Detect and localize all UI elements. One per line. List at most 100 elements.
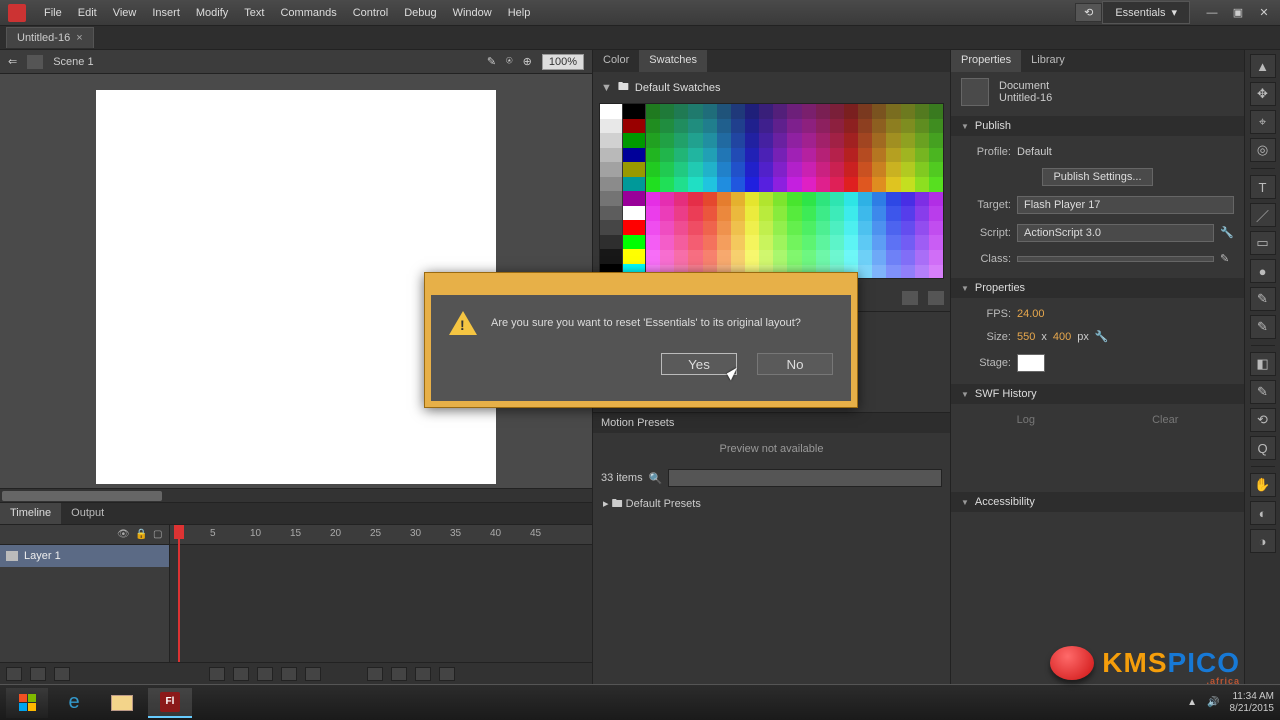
tab-output[interactable]: Output	[61, 503, 114, 524]
publish-settings-button[interactable]: Publish Settings...	[1042, 168, 1152, 186]
fit-icon[interactable]: ⊕	[523, 55, 532, 68]
script-select[interactable]: ActionScript 3.0	[1017, 224, 1214, 242]
menu-debug[interactable]: Debug	[396, 3, 444, 23]
expand-icon[interactable]: ▸	[603, 498, 609, 510]
edit-scene-icon[interactable]: ✎	[487, 55, 496, 68]
menu-help[interactable]: Help	[500, 3, 539, 23]
wrench-icon[interactable]: 🔧	[1220, 226, 1234, 240]
tray-up-icon[interactable]: ▲	[1187, 697, 1197, 708]
tab-timeline[interactable]: Timeline	[0, 503, 61, 524]
tab-library[interactable]: Library	[1021, 50, 1075, 72]
menu-control[interactable]: Control	[345, 3, 396, 23]
tray-volume-icon[interactable]: 🔊	[1207, 697, 1219, 708]
playhead[interactable]	[178, 525, 180, 662]
tool-8[interactable]: ✎	[1250, 287, 1276, 311]
start-button[interactable]	[6, 688, 48, 718]
swatch-grid[interactable]	[599, 103, 944, 279]
onion-outline-button[interactable]	[391, 667, 407, 681]
taskbar-clock[interactable]: 11:34 AM 8/21/2015	[1230, 691, 1275, 715]
scene-name[interactable]: Scene 1	[53, 56, 93, 68]
taskbar-ie[interactable]: e	[52, 688, 96, 718]
prev-frame-button[interactable]	[233, 667, 249, 681]
menu-modify[interactable]: Modify	[188, 3, 236, 23]
onion-skin-button[interactable]	[367, 667, 383, 681]
layer-row[interactable]: Layer 1	[0, 545, 169, 567]
taskbar-explorer[interactable]	[100, 688, 144, 718]
tool-14[interactable]: ✋	[1250, 473, 1276, 497]
frame-ruler[interactable]: 1 5 10 15 20 25 30 35 40 45	[170, 525, 592, 545]
menu-view[interactable]: View	[105, 3, 145, 23]
motion-title[interactable]: Motion Presets	[593, 413, 950, 433]
target-select[interactable]: Flash Player 17	[1017, 196, 1234, 214]
outline-icon[interactable]: ▢	[153, 529, 165, 541]
section-publish[interactable]: Publish	[951, 116, 1244, 136]
taskbar-flash[interactable]: Fl	[148, 688, 192, 718]
wrench-icon[interactable]: 🔧	[1095, 330, 1109, 344]
loop-button[interactable]	[439, 667, 455, 681]
close-tab-icon[interactable]: ×	[76, 32, 82, 44]
tool-9[interactable]: ✎	[1250, 315, 1276, 339]
tool-3[interactable]: ◎	[1250, 138, 1276, 162]
tab-color[interactable]: Color	[593, 50, 639, 72]
no-button[interactable]: No	[757, 353, 833, 375]
stage-color-chip[interactable]	[1017, 354, 1045, 372]
menu-window[interactable]: Window	[445, 3, 500, 23]
edit-class-icon[interactable]: ✎	[1220, 252, 1234, 266]
tool-0[interactable]: ▲	[1250, 54, 1276, 78]
tool-5[interactable]: ／	[1250, 203, 1276, 227]
tool-2[interactable]: ⌖	[1250, 110, 1276, 134]
motion-search-input[interactable]	[668, 469, 942, 487]
dialog-titlebar[interactable]	[425, 273, 857, 295]
new-layer-button[interactable]	[6, 667, 22, 681]
size-w[interactable]: 550	[1017, 331, 1035, 343]
tab-swatches[interactable]: Swatches	[639, 50, 707, 72]
tool-12[interactable]: ⟲	[1250, 408, 1276, 432]
menu-commands[interactable]: Commands	[272, 3, 344, 23]
symbol-icon[interactable]: ⍟	[506, 55, 513, 68]
section-properties[interactable]: Properties	[951, 278, 1244, 298]
lock-icon[interactable]: 🔒	[135, 529, 147, 541]
last-frame-button[interactable]	[305, 667, 321, 681]
class-field[interactable]	[1017, 256, 1214, 262]
eye-icon[interactable]: 👁	[117, 529, 129, 541]
frames-area[interactable]: 1 5 10 15 20 25 30 35 40 45	[170, 525, 592, 662]
minimize-button[interactable]: —	[1204, 6, 1220, 20]
tool-13[interactable]: Q	[1250, 436, 1276, 460]
sync-icon[interactable]: ⟲	[1075, 3, 1102, 22]
tab-properties[interactable]: Properties	[951, 50, 1021, 72]
delete-swatch-button[interactable]	[928, 291, 944, 305]
h-scrollbar[interactable]	[0, 488, 592, 502]
yes-button[interactable]: Yes	[661, 353, 737, 375]
tool-16[interactable]: ◑	[1250, 529, 1276, 553]
tool-4[interactable]: T	[1250, 175, 1276, 199]
size-h[interactable]: 400	[1053, 331, 1071, 343]
menu-insert[interactable]: Insert	[144, 3, 188, 23]
fps-value[interactable]: 24.00	[1017, 308, 1045, 320]
section-swf[interactable]: SWF History	[951, 384, 1244, 404]
new-swatch-button[interactable]	[902, 291, 918, 305]
menu-edit[interactable]: Edit	[70, 3, 105, 23]
close-button[interactable]: ✕	[1256, 6, 1272, 20]
first-frame-button[interactable]	[209, 667, 225, 681]
menu-file[interactable]: File	[36, 3, 70, 23]
tool-7[interactable]: ●	[1250, 259, 1276, 283]
edit-multi-button[interactable]	[415, 667, 431, 681]
delete-layer-button[interactable]	[54, 667, 70, 681]
swatch-header[interactable]: ▼ 🖿 Default Swatches	[593, 72, 950, 103]
document-tab[interactable]: Untitled-16 ×	[6, 27, 94, 48]
tool-10[interactable]: ◧	[1250, 352, 1276, 376]
zoom-field[interactable]: 100%	[542, 54, 584, 70]
section-accessibility[interactable]: Accessibility	[951, 492, 1244, 512]
menu-text[interactable]: Text	[236, 3, 272, 23]
maximize-button[interactable]: ▣	[1230, 6, 1246, 20]
tool-6[interactable]: ▭	[1250, 231, 1276, 255]
tool-15[interactable]: ◐	[1250, 501, 1276, 525]
motion-folder[interactable]: Default Presets	[626, 498, 701, 510]
play-button[interactable]	[257, 667, 273, 681]
tool-1[interactable]: ✥	[1250, 82, 1276, 106]
new-folder-button[interactable]	[30, 667, 46, 681]
next-frame-button[interactable]	[281, 667, 297, 681]
workspace-switcher[interactable]: Essentials ▾	[1102, 1, 1190, 24]
back-icon[interactable]: ⇐	[8, 55, 17, 68]
tool-11[interactable]: ✎	[1250, 380, 1276, 404]
